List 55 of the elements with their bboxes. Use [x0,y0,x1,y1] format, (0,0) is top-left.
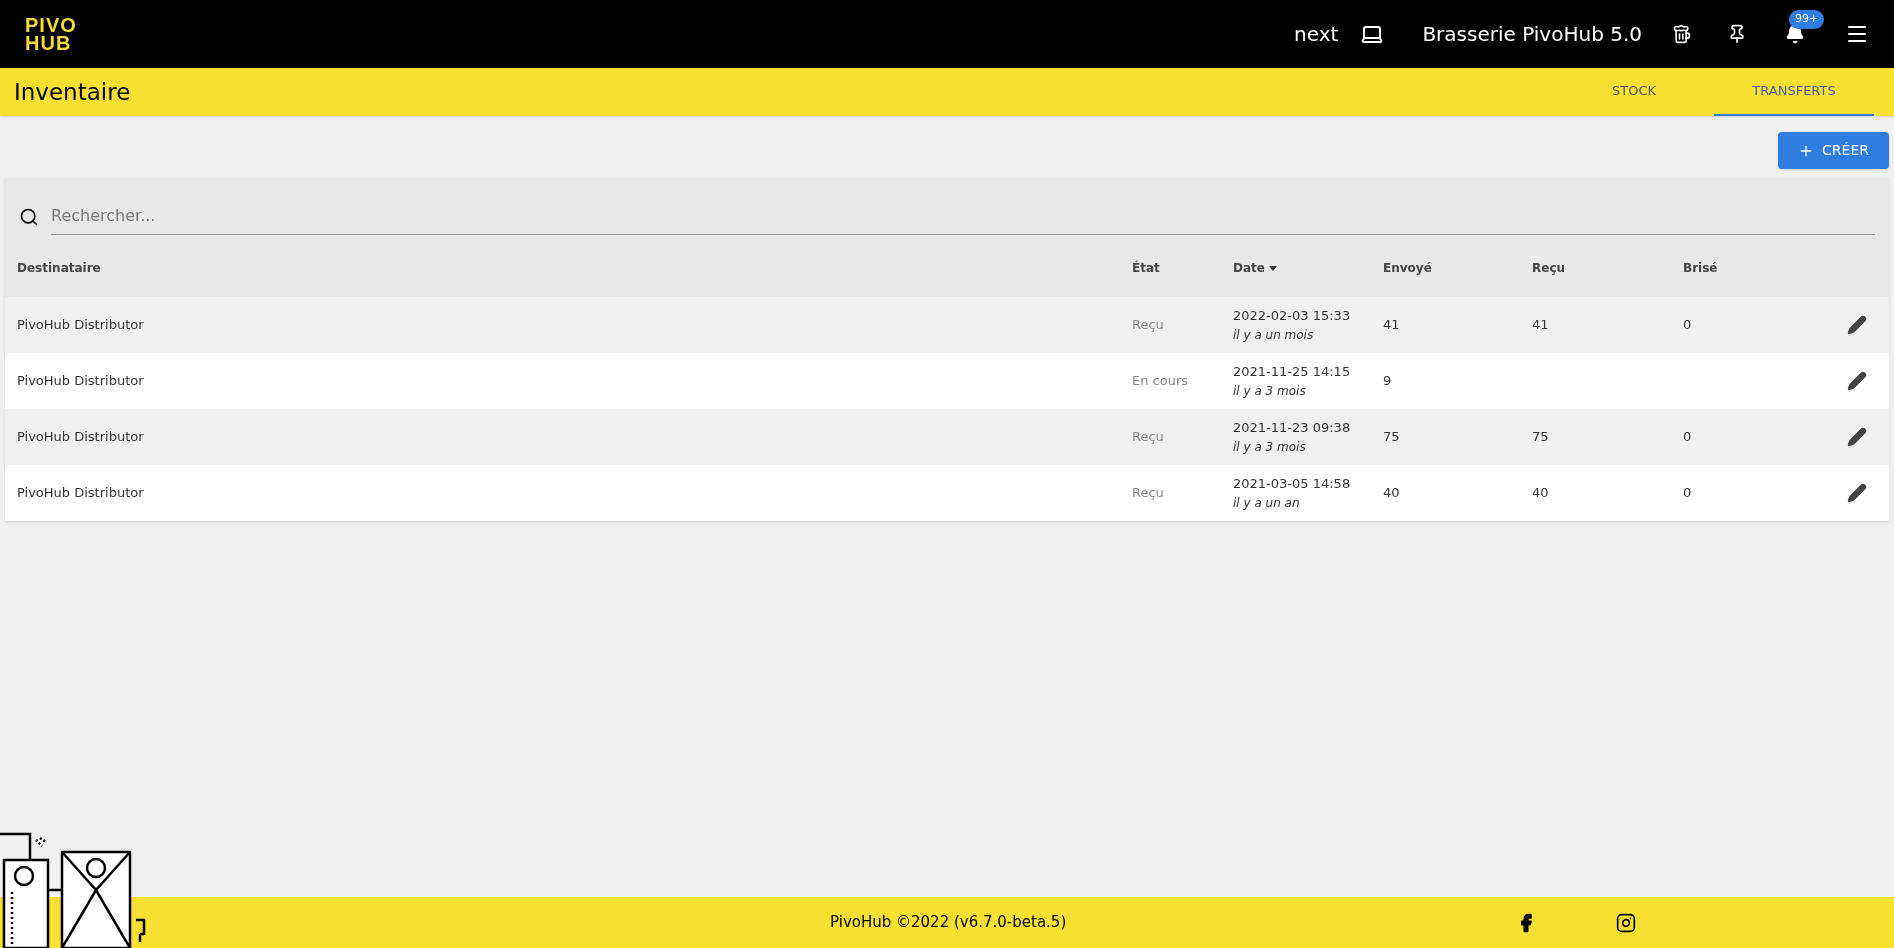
brewery-name[interactable]: Brasserie PivoHub 5.0 [1422,19,1642,49]
recipient-cell-text: PivoHub Distributor [17,484,145,503]
column-header[interactable]: Envoyé [1383,259,1532,277]
column-header[interactable]: Brisé [1683,259,1817,277]
relative-time: il y a 3 mois [1233,382,1307,400]
notification-badge: 99+ [1789,10,1825,29]
search-icon [19,206,39,227]
column-header[interactable]: Reçu [1532,259,1683,277]
date-cell-text: 2021-11-23 09:38 [1233,419,1352,438]
received-cell-text: 75 [1532,428,1550,447]
date-cell-text: 2022-02-03 15:33 [1233,307,1352,326]
edit-icon[interactable] [1847,427,1867,447]
sent-cell-text: 40 [1383,484,1401,503]
instagram-icon[interactable] [1616,912,1637,933]
edit-icon[interactable] [1847,483,1867,503]
column-header[interactable]: Destinataire [17,259,1132,277]
sort-descending-icon [1268,265,1277,271]
create-button[interactable]: CRÉER [1778,132,1889,169]
sent-cell-text: 41 [1383,316,1401,335]
broken-cell-text: 0 [1683,316,1693,335]
footer-text: PivoHub ©2022 (v6.7.0-beta.5) [830,912,1067,934]
relative-time: il y a un mois [1233,326,1315,344]
received-cell-text: 41 [1532,316,1550,335]
logo[interactable]: PIVO HUB [25,16,77,52]
status-cell-text: Reçu [1132,316,1165,335]
edit-icon[interactable] [1847,315,1867,335]
column-header[interactable]: État [1132,259,1233,277]
table-row[interactable]: PivoHub Distributor En cours 2021-11-25 14:15 il y a 3 mois 9 [5,353,1889,409]
sent-cell-text: 9 [1383,372,1393,391]
table-row[interactable]: PivoHub Distributor Reçu 2022-02-03 15:33 il y a un mois 41 41 0 [5,297,1889,353]
table-row[interactable]: PivoHub Distributor Reçu 2021-03-05 14:58 il y a un an 40 40 0 [5,465,1889,521]
recipient-cell-text: PivoHub Distributor [17,316,145,335]
sent-cell-text: 75 [1383,428,1401,447]
broken-cell-text: 0 [1683,484,1693,503]
relative-time: il y a un an [1233,494,1301,512]
recipient-cell-text: PivoHub Distributor [17,372,145,391]
date-cell-text: 2021-03-05 14:58 [1233,475,1352,494]
edit-icon[interactable] [1847,371,1867,391]
broken-cell-text: 0 [1683,428,1693,447]
search-field[interactable]: Rechercher... [51,198,1875,235]
status-cell-text: En cours [1132,372,1190,391]
environment-label: next [1294,21,1339,48]
status-cell-text: Reçu [1132,428,1165,447]
page-title: Inventaire [14,77,131,107]
status-cell-text: Reçu [1132,484,1165,503]
pin-icon[interactable] [1727,24,1747,44]
recipient-cell-text: PivoHub Distributor [17,428,145,447]
received-cell-text: 40 [1532,484,1550,503]
relative-time: il y a 3 mois [1233,438,1307,456]
tab[interactable]: STOCK [1554,68,1714,116]
beer-mug-icon[interactable] [1672,24,1692,44]
column-header[interactable]: Date [1233,259,1383,277]
date-cell-text: 2021-11-25 14:15 [1233,363,1352,382]
table-row[interactable]: PivoHub Distributor Reçu 2021-11-23 09:38 il y a 3 mois 75 75 0 [5,409,1889,465]
tab[interactable]: TRANSFERTS [1714,68,1874,116]
